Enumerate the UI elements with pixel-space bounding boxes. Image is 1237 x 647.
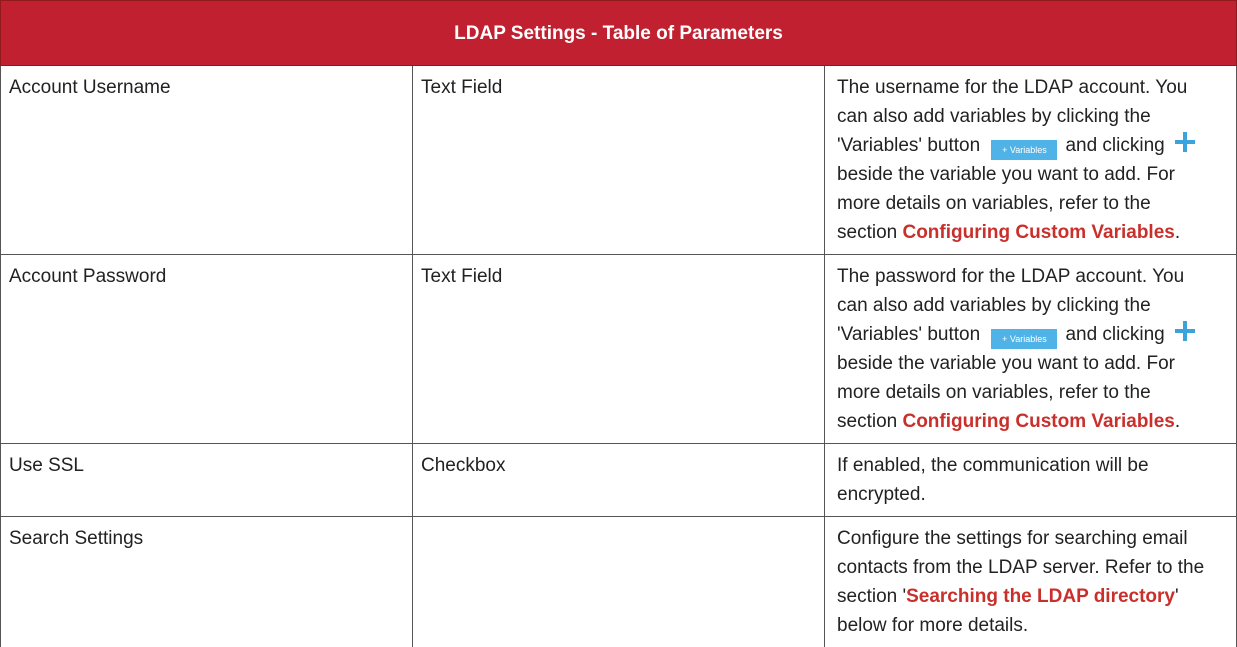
parameter-type: Text Field bbox=[413, 66, 825, 255]
searching-ldap-directory-link[interactable]: Searching the LDAP directory bbox=[906, 586, 1175, 607]
configuring-custom-variables-link[interactable]: Configuring Custom Variables bbox=[902, 222, 1174, 243]
description-text: . bbox=[1175, 222, 1180, 243]
table-row: Search Settings Configure the settings f… bbox=[1, 517, 1237, 647]
parameter-type bbox=[413, 517, 825, 647]
parameter-type: Checkbox bbox=[413, 444, 825, 517]
parameter-type: Text Field bbox=[413, 255, 825, 444]
description-text: and clicking bbox=[1065, 135, 1164, 156]
description-text: and clicking bbox=[1065, 324, 1164, 345]
plus-icon bbox=[1174, 131, 1196, 153]
parameter-description: The password for the LDAP account. You c… bbox=[825, 255, 1237, 444]
parameter-name: Search Settings bbox=[1, 517, 413, 647]
parameter-description: If enabled, the communication will be en… bbox=[825, 444, 1237, 517]
configuring-custom-variables-link[interactable]: Configuring Custom Variables bbox=[902, 411, 1174, 432]
parameter-description: Configure the settings for searching ema… bbox=[825, 517, 1237, 647]
variables-button: + Variables bbox=[991, 140, 1057, 160]
parameter-name: Use SSL bbox=[1, 444, 413, 517]
table-title: LDAP Settings - Table of Parameters bbox=[1, 1, 1237, 66]
parameter-description: The username for the LDAP account. You c… bbox=[825, 66, 1237, 255]
parameters-table: LDAP Settings - Table of Parameters Acco… bbox=[0, 0, 1237, 647]
variables-button: + Variables bbox=[991, 329, 1057, 349]
parameter-name: Account Password bbox=[1, 255, 413, 444]
table-row: Account Username Text Field The username… bbox=[1, 66, 1237, 255]
parameter-name: Account Username bbox=[1, 66, 413, 255]
plus-icon bbox=[1174, 320, 1196, 342]
table-row: Account Password Text Field The password… bbox=[1, 255, 1237, 444]
description-text: . bbox=[1175, 411, 1180, 432]
table-row: Use SSL Checkbox If enabled, the communi… bbox=[1, 444, 1237, 517]
table-header-row: LDAP Settings - Table of Parameters bbox=[1, 1, 1237, 66]
